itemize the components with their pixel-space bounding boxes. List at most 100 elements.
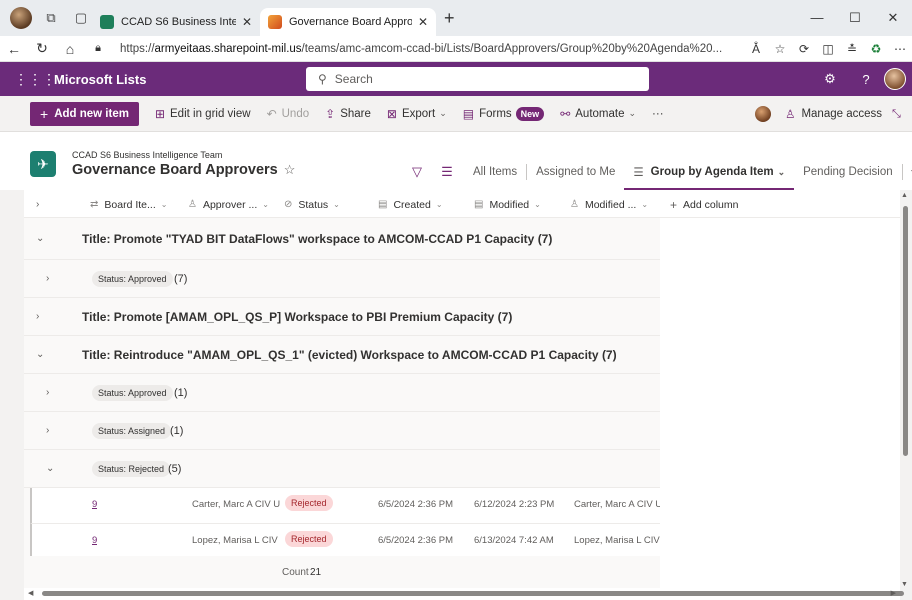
share-button[interactable]: ⇪ Share: [325, 107, 371, 121]
more-commands-button[interactable]: ···: [652, 108, 664, 120]
subgroup-row[interactable]: ⌄ Status: Rejected (5): [24, 450, 660, 488]
column-label: Modified: [489, 198, 530, 211]
board-item-link[interactable]: 9: [92, 499, 97, 510]
chevron-right-icon[interactable]: ›: [46, 425, 49, 436]
board-item-link[interactable]: 9: [92, 535, 97, 546]
horizontal-scrollbar[interactable]: ◀ ▶: [24, 589, 904, 599]
browser-tab-approvers[interactable]: Governance Board Approvers ✕: [260, 8, 436, 36]
table-row[interactable]: 9 Lopez, Marisa L CIV U Rejected 6/5/202…: [30, 524, 660, 560]
group-header-row[interactable]: › Title: Promote [AMAM_OPL_QS_P] Workspa…: [24, 298, 660, 336]
lookup-icon: ⇄: [90, 199, 99, 210]
automate-button[interactable]: ⚯ Automate ⌄: [560, 107, 636, 121]
favorite-star-icon[interactable]: ☆: [284, 162, 296, 177]
column-modified-by[interactable]: ♙ Modified ... ⌄: [570, 199, 648, 211]
scroll-up-icon[interactable]: ▲: [901, 192, 908, 199]
profile-avatar[interactable]: [10, 7, 32, 29]
subgroup-row[interactable]: › Status: Approved (7): [24, 260, 660, 298]
modified-cell: 6/13/2024 7:42 AM: [474, 535, 554, 546]
collapse-header-icon[interactable]: ⤡: [892, 108, 912, 121]
forms-button[interactable]: ▤ Forms New: [463, 106, 545, 121]
subgroup-row[interactable]: › Status: Approved (1): [24, 374, 660, 412]
tab-all-items[interactable]: All Items: [464, 154, 526, 190]
extensions-icon[interactable]: ⟳: [792, 42, 816, 56]
tab-actions-icon[interactable]: ▢: [70, 7, 92, 29]
column-approver[interactable]: ♙ Approver ... ⌄: [188, 199, 269, 211]
refresh-icon[interactable]: ↻: [28, 40, 56, 57]
more-icon[interactable]: ⋯: [888, 42, 912, 56]
chevron-down-icon[interactable]: ⌄: [36, 233, 44, 244]
chevron-right-icon[interactable]: ›: [46, 387, 49, 398]
browser-tab-bi-team[interactable]: CCAD S6 Business Intelligence Te ✕: [92, 8, 260, 36]
back-icon[interactable]: ←: [0, 41, 28, 57]
settings-gear-icon[interactable]: ⚙: [812, 71, 848, 87]
undo-button[interactable]: ↶ Undo: [267, 107, 310, 121]
chevron-down-icon: ⌄: [439, 108, 447, 118]
export-button[interactable]: ⊠ Export ⌄: [387, 107, 447, 121]
copilot-icon[interactable]: ♻: [864, 42, 888, 56]
edit-grid-button[interactable]: ⊞ Edit in grid view: [155, 107, 251, 121]
minimize-icon[interactable]: —: [798, 10, 836, 26]
chevron-right-icon[interactable]: ›: [36, 311, 39, 322]
horizontal-scroll-thumb[interactable]: [42, 591, 904, 596]
tab-pending-decision[interactable]: Pending Decision: [794, 154, 902, 190]
manage-access-button[interactable]: ♙ Manage access: [785, 107, 882, 121]
add-column-button[interactable]: + Add column: [670, 198, 738, 212]
undo-icon: ↶: [266, 106, 277, 121]
group-header-row[interactable]: ⌄ Title: Promote "TYAD BIT DataFlows" wo…: [24, 218, 660, 260]
add-new-item-button[interactable]: + Add new item: [30, 101, 139, 126]
favorites-icon[interactable]: ≛: [840, 42, 864, 56]
app-launcher-icon[interactable]: ⋮⋮⋮: [14, 71, 56, 88]
more-label: ···: [652, 107, 664, 120]
subgroup-row[interactable]: › Status: Assigned (1): [24, 412, 660, 450]
search-icon: ⚲: [318, 72, 327, 86]
scroll-right-icon[interactable]: ▶: [891, 589, 896, 597]
close-tab-icon[interactable]: ✕: [242, 15, 252, 29]
vertical-scroll-thumb[interactable]: [903, 206, 908, 456]
split-screen-icon[interactable]: ◫: [816, 42, 840, 56]
close-tab-icon[interactable]: ✕: [418, 15, 428, 29]
help-icon[interactable]: ?: [848, 72, 884, 87]
workspaces-icon[interactable]: ⧉: [40, 7, 62, 29]
list-header: ✈ CCAD S6 Business Intelligence Team Gov…: [0, 132, 912, 190]
chevron-down-icon[interactable]: ⌄: [46, 463, 54, 474]
close-window-icon[interactable]: ✕: [874, 10, 912, 26]
plus-icon: +: [40, 105, 49, 122]
count-footer: Count 21: [24, 556, 660, 588]
maximize-icon[interactable]: ☐: [836, 10, 874, 26]
status-chip: Status: Approved: [92, 270, 173, 287]
column-status[interactable]: ⊘ Status ⌄: [284, 199, 340, 211]
view-options-icon[interactable]: ☰: [434, 164, 460, 180]
column-board-item[interactable]: ⇄ Board Ite... ⌄: [90, 199, 167, 211]
home-icon[interactable]: ⌂: [56, 41, 84, 57]
tab-group-by-agenda-item[interactable]: ☰ Group by Agenda Item ⌄: [624, 154, 794, 190]
favorite-star-icon[interactable]: ☆: [768, 42, 792, 56]
tab-assigned-to-me[interactable]: Assigned to Me: [527, 154, 624, 190]
scroll-left-icon[interactable]: ◀: [28, 589, 33, 597]
lock-icon[interactable]: 🔒︎: [84, 42, 112, 55]
column-label: Status: [298, 198, 329, 211]
url-field[interactable]: https://armyeitaas.sharepoint-mil.us/tea…: [120, 43, 744, 55]
new-tab-icon[interactable]: +: [444, 8, 455, 29]
app-name[interactable]: Microsoft Lists: [54, 72, 146, 87]
vertical-scrollbar[interactable]: ▲ ▼: [901, 192, 910, 588]
chevron-right-icon[interactable]: ›: [46, 273, 49, 284]
collapse-all-chevron-icon[interactable]: ›: [36, 199, 39, 210]
read-aloud-icon[interactable]: A̐: [744, 42, 768, 56]
column-created[interactable]: ▤ Created ⌄: [378, 199, 443, 211]
search-input[interactable]: ⚲ Search: [306, 67, 649, 91]
table-row[interactable]: 9 Carter, Marc A CIV US Rejected 6/5/202…: [30, 488, 660, 524]
scroll-down-icon[interactable]: ▼: [901, 581, 908, 588]
person-icon: ♙: [188, 199, 197, 210]
site-member-avatar[interactable]: [755, 106, 772, 122]
column-modified[interactable]: ▤ Modified ⌄: [474, 199, 541, 211]
view-label: Assigned to Me: [536, 166, 616, 178]
filter-icon[interactable]: ▽: [404, 164, 430, 180]
window-controls: — ☐ ✕: [798, 10, 912, 26]
column-label: Created: [393, 198, 431, 211]
user-avatar[interactable]: [884, 68, 906, 90]
site-name[interactable]: CCAD S6 Business Intelligence Team: [72, 150, 222, 160]
chevron-down-icon[interactable]: ⌄: [36, 349, 44, 360]
suite-header: ⋮⋮⋮ Microsoft Lists ⚲ Search ⚙ ?: [0, 62, 912, 96]
group-header-row[interactable]: ⌄ Title: Reintroduce "AMAM_OPL_QS_1" (ev…: [24, 336, 660, 374]
modified-by-cell: Carter, Marc A CIV US: [574, 499, 660, 510]
